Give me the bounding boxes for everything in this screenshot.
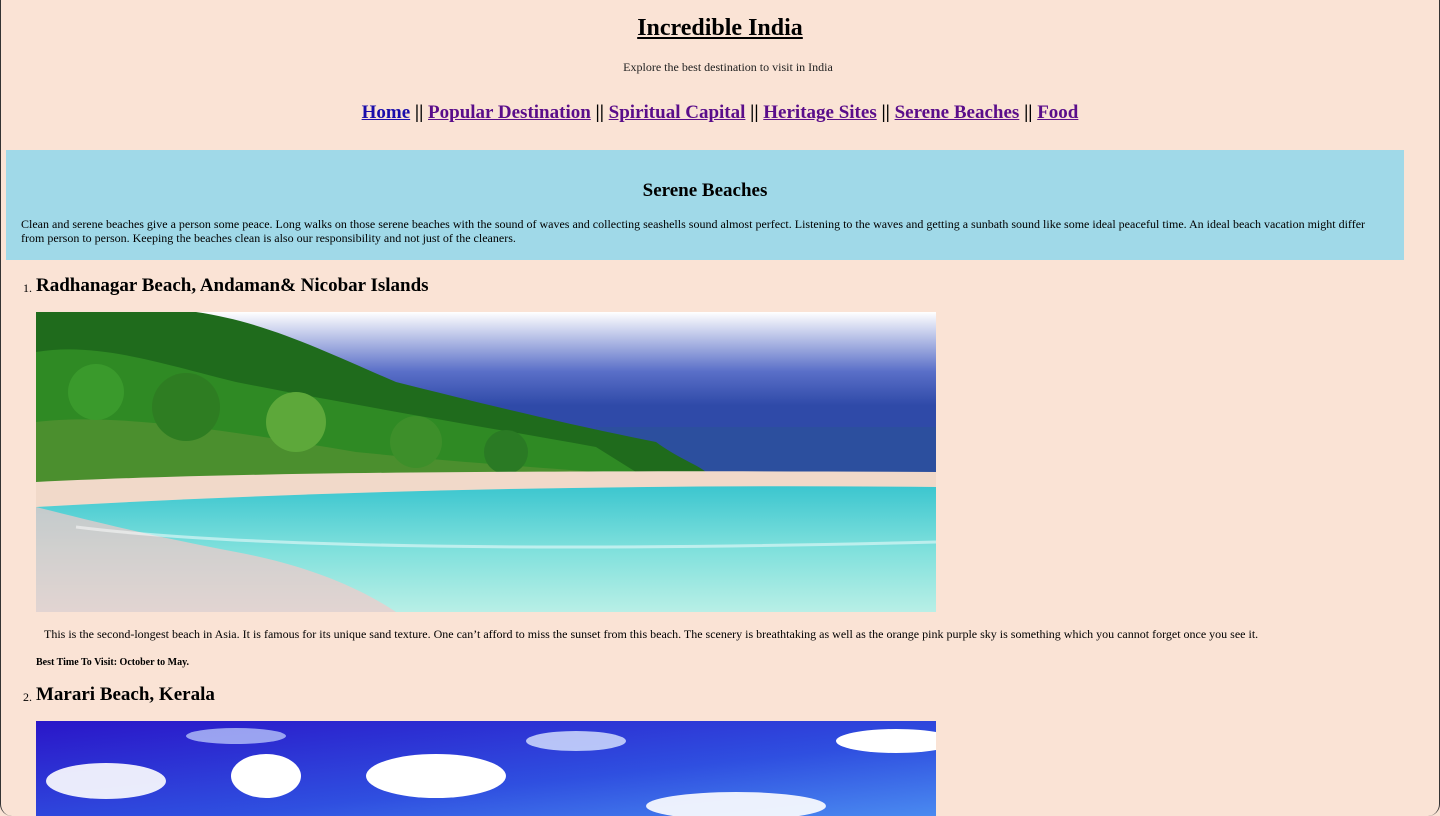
- list-marker: 2.: [23, 690, 32, 704]
- nav-separator: ||: [414, 102, 424, 123]
- main-nav: Home || Popular Destination || Spiritual…: [0, 102, 1440, 124]
- section-heading: Serene Beaches: [642, 180, 768, 201]
- nav-separator: ||: [1024, 102, 1033, 123]
- nav-separator: ||: [750, 102, 759, 123]
- nav-separator: ||: [595, 102, 604, 123]
- nav-link-spiritual-capital[interactable]: Spiritual Capital: [609, 102, 746, 123]
- intro-banner: Serene Beaches Clean and serene beaches …: [6, 150, 1404, 260]
- nav-link-heritage-sites[interactable]: Heritage Sites: [763, 102, 876, 123]
- site-title: Incredible India: [637, 15, 803, 41]
- best-time-to-visit: Best Time To Visit: October to May.: [36, 657, 190, 668]
- intro-text: Clean and serene beaches give a person s…: [21, 217, 1366, 245]
- nav-link-food[interactable]: Food: [1037, 102, 1078, 123]
- beach-name: Radhanagar Beach, Andaman& Nicobar Islan…: [36, 275, 429, 296]
- beach-name: Marari Beach, Kerala: [36, 684, 215, 705]
- beach-photo-marari: [36, 721, 936, 816]
- beach-photo-radhanagar: [36, 312, 936, 612]
- list-marker: 1.: [23, 281, 32, 295]
- nav-link-home[interactable]: Home: [362, 102, 411, 123]
- nav-link-serene-beaches[interactable]: Serene Beaches: [895, 102, 1020, 123]
- nav-link-popular-destination[interactable]: Popular Destination: [428, 102, 591, 123]
- beach-description: This is the second-longest beach in Asia…: [44, 627, 1259, 641]
- site-subtitle: Explore the best destination to visit in…: [623, 60, 833, 74]
- nav-separator: ||: [881, 102, 890, 123]
